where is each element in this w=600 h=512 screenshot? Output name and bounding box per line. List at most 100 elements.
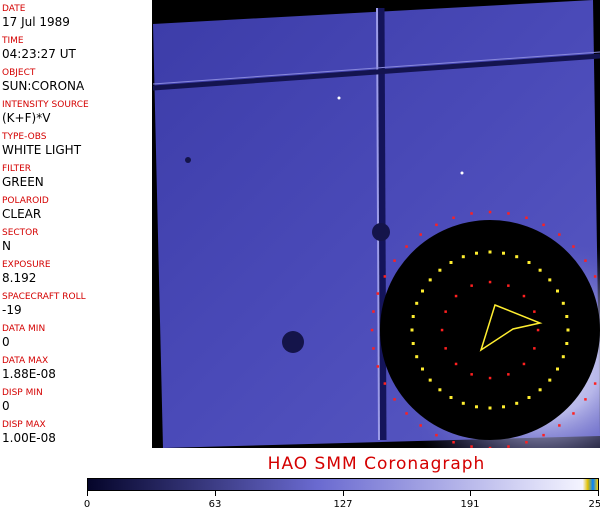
metadata-value: (K+F)*V [2, 111, 51, 125]
overlay-dot [383, 382, 387, 385]
metadata-label: SECTOR [2, 228, 39, 238]
metadata-value: 04:23:27 UT [2, 47, 76, 61]
overlay-dot [507, 284, 510, 287]
overlay-dot [383, 275, 387, 278]
metadata-label: DATA MIN [2, 324, 46, 334]
colorbar-tick-label: 255 [588, 499, 600, 510]
overlay-dot [452, 216, 455, 219]
overlay-dot [461, 401, 465, 405]
colorbar-tick [343, 491, 344, 496]
overlay-dot [428, 378, 432, 382]
overlay-dot [515, 401, 519, 405]
overlay-dot [411, 315, 415, 318]
overlay-dot [393, 398, 396, 401]
overlay-dot [561, 355, 565, 359]
overlay-dot [415, 301, 419, 305]
overlay-dot [533, 347, 536, 350]
overlay-dot [372, 347, 375, 350]
colorbar-tick [470, 491, 471, 496]
colorbar-tick [215, 491, 216, 496]
overlay-dot [572, 412, 575, 415]
metadata-label: EXPOSURE [2, 260, 51, 270]
overlay-dot [565, 315, 569, 318]
overlay-dot [370, 328, 374, 332]
overlay-dot [507, 445, 510, 448]
overlay-dot [515, 255, 519, 259]
overlay-dot [538, 388, 542, 392]
metadata-value: CLEAR [2, 207, 42, 221]
overlay-dot [421, 367, 424, 371]
overlay-dot [438, 268, 442, 272]
overlay-dot [525, 441, 528, 444]
overlay-dot [536, 328, 540, 332]
metadata-label: OBJECT [2, 68, 36, 78]
overlay-dot [444, 310, 447, 313]
overlay-dot [507, 373, 510, 376]
overlay-dot [527, 396, 531, 399]
coronagraph-image[interactable] [153, 0, 600, 448]
metadata-label: DATA MAX [2, 356, 49, 366]
overlay-dot [488, 406, 492, 410]
metadata-value: WHITE LIGHT [2, 143, 82, 157]
metadata-field: POLAROID CLEAR [2, 196, 49, 221]
colorbar [87, 478, 599, 491]
colorbar-tick-label: 127 [333, 499, 353, 510]
overlay-dot [556, 367, 559, 371]
bright-speck [337, 96, 341, 100]
overlay-dot [435, 433, 438, 437]
overlay-dot [428, 278, 432, 282]
overlay-dot [548, 278, 552, 282]
colorbar-tick-label: 63 [208, 499, 222, 510]
bright-speck [460, 171, 464, 175]
dust-spot [282, 331, 304, 353]
metadata-value: -19 [2, 303, 22, 317]
metadata-value: 0 [2, 399, 10, 413]
overlay-dot [421, 289, 424, 293]
overlay-dot [502, 251, 505, 255]
overlay-dot [538, 268, 542, 272]
overlay-dot [522, 294, 526, 298]
metadata-value: GREEN [2, 175, 44, 189]
overlay-dot [488, 280, 492, 284]
metadata-label: TIME [2, 36, 24, 46]
overlay-dot [454, 294, 458, 298]
colorbar-tick-label: 0 [83, 499, 91, 510]
overlay-dot [533, 310, 536, 313]
metadata-value: N [2, 239, 11, 253]
metadata-value: SUN:CORONA [2, 79, 85, 93]
metadata-field: DATA MAX 1.88E-08 [2, 356, 56, 381]
overlay-dot [593, 382, 597, 385]
metadata-field: SECTOR N [2, 228, 39, 253]
overlay-dot [561, 301, 565, 305]
overlay-dot [419, 233, 422, 236]
overlay-dot [376, 365, 379, 368]
overlay-dot [461, 255, 465, 259]
overlay-dot [449, 261, 453, 264]
instrument-title: HAO SMM Coronagraph [267, 454, 486, 474]
colorbar-tick [87, 491, 88, 496]
overlay-dot [488, 446, 492, 448]
overlay-dot [565, 342, 569, 345]
overlay-dot [548, 378, 552, 382]
metadata-field: TIME 04:23:27 UT [2, 36, 76, 61]
metadata-label: DISP MAX [2, 420, 46, 430]
overlay-dot [507, 212, 510, 215]
overlay-dot [527, 261, 531, 264]
overlay-dot [558, 233, 561, 236]
overlay-dot [405, 245, 408, 248]
colorbar-tick [598, 491, 599, 496]
metadata-value: 17 Jul 1989 [2, 15, 70, 29]
overlay-dot [454, 362, 458, 366]
overlay-dot [470, 212, 473, 215]
metadata-field: INTENSITY SOURCE (K+F)*V [2, 100, 89, 125]
overlay-dot [449, 396, 453, 399]
metadata-value: 0 [2, 335, 10, 349]
metadata-field: OBJECT SUN:CORONA [2, 68, 84, 93]
metadata-label: POLAROID [2, 196, 49, 206]
metadata-label: TYPE-OBS [2, 132, 47, 142]
overlay-dot [411, 342, 415, 345]
overlay-dot [502, 405, 505, 409]
dust-spot [372, 223, 390, 241]
overlay-dot [488, 376, 492, 380]
overlay-dot [556, 289, 559, 293]
